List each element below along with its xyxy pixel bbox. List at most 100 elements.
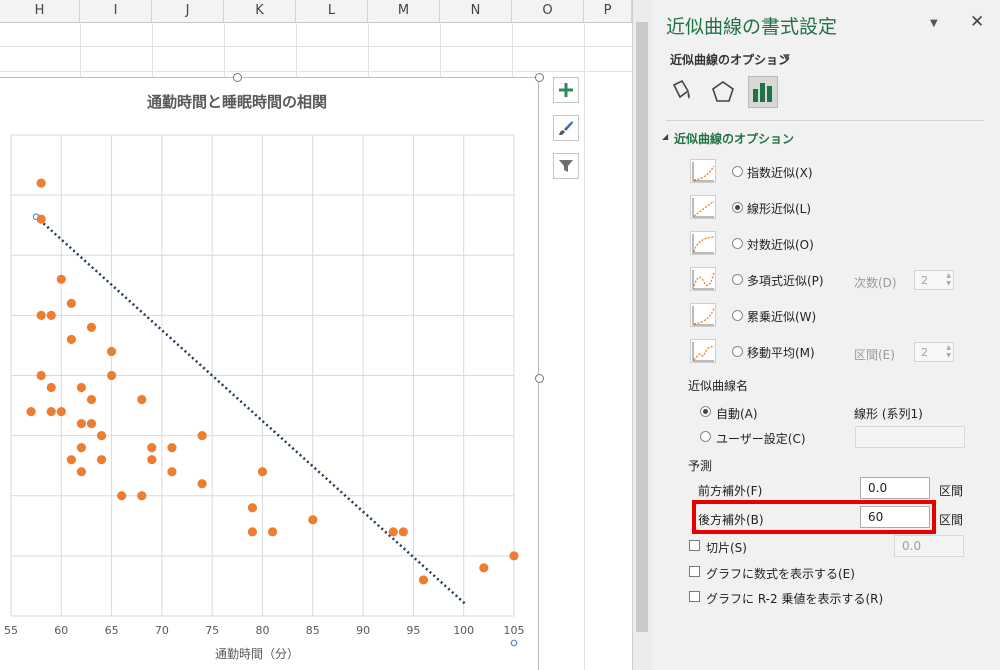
thumbnail-axis: [692, 270, 714, 290]
forecast-heading: 予測: [688, 459, 713, 473]
show-r-squared-label[interactable]: グラフに R-2 乗値を表示する(R): [706, 590, 883, 607]
x-tick-label: 105: [504, 624, 525, 637]
data-point: [197, 479, 207, 489]
thumbnail-curve: [693, 236, 715, 253]
data-point: [167, 443, 177, 453]
divider: [666, 120, 984, 121]
thumbnail-curve: [693, 345, 715, 361]
tab-trendline-options[interactable]: [748, 76, 778, 108]
data-point: [137, 394, 147, 405]
chart-styles-button[interactable]: [553, 115, 579, 141]
radio-linear[interactable]: [732, 202, 743, 213]
data-point: [479, 563, 489, 573]
trendline-handle-end: [510, 639, 518, 647]
show-equation-label[interactable]: グラフに数式を表示する(E): [706, 565, 855, 582]
show-r-squared-checkbox[interactable]: [689, 591, 700, 602]
column-header-j[interactable]: J: [152, 0, 224, 22]
thumbnail-axis: [692, 198, 714, 218]
column-header-o[interactable]: O: [512, 0, 584, 22]
pane-options-dropdown-icon[interactable]: ▼: [930, 18, 938, 29]
custom-name-field[interactable]: [855, 426, 965, 448]
data-point: [86, 394, 97, 405]
data-point: [66, 334, 76, 345]
highlight-annotation-box: [692, 500, 936, 534]
thumbnail-axis: [692, 306, 714, 326]
radio-log[interactable]: [732, 238, 743, 249]
forward-forecast-field[interactable]: 0.0: [860, 477, 930, 499]
resize-handle-top-right[interactable]: [535, 73, 544, 82]
radio-power[interactable]: [732, 310, 743, 321]
scrollbar-thumb[interactable]: [636, 22, 648, 632]
chart-title[interactable]: 通勤時間と睡眠時間の相関: [147, 93, 327, 111]
data-point: [247, 503, 258, 513]
forward-unit-label: 区間: [939, 484, 964, 498]
column-header-k[interactable]: K: [224, 0, 296, 22]
chart-area[interactable]: 通勤時間と睡眠時間の相関 55 60 65 70 75 80 85 90 95 100 105 通勤…: [0, 77, 539, 670]
data-point: [147, 455, 157, 465]
chart-gridlines: [10, 134, 515, 617]
tab-effects[interactable]: [708, 76, 738, 108]
thumbnail-axis: [692, 342, 714, 362]
trendline-thumbnail-svg: [692, 162, 715, 182]
custom-name-label[interactable]: ユーザー設定(C): [716, 430, 806, 447]
chart-filters-button[interactable]: [553, 153, 579, 179]
x-axis-title[interactable]: 通勤時間（分）: [215, 647, 299, 661]
gridline: [0, 71, 632, 72]
data-point: [96, 455, 107, 465]
data-point: [66, 455, 76, 465]
pentagon-icon: [712, 81, 734, 102]
order-label: 次数(D): [854, 276, 897, 290]
x-tick-label: 70: [155, 624, 169, 637]
radio-exponential[interactable]: [732, 166, 743, 177]
worksheet[interactable]: H I J K L M N O P 通勤時間と睡眠時間の相関 55 60 65 70 7…: [0, 0, 632, 670]
chart-elements-button[interactable]: [553, 77, 579, 103]
funnel-icon: [559, 160, 573, 172]
linear-thumbnail-icon: [690, 195, 716, 219]
power-thumbnail-icon: [690, 303, 716, 327]
show-equation-checkbox[interactable]: [689, 566, 700, 577]
chevron-down-icon[interactable]: ▼: [783, 53, 790, 63]
power-label: 累乗近似(W): [747, 310, 817, 324]
plus-icon: [559, 83, 573, 97]
thumbnail-axis: [692, 162, 714, 182]
intercept-checkbox[interactable]: [689, 540, 700, 551]
order-value: 2: [921, 274, 928, 287]
section-trendline-options[interactable]: 近似曲線のオプション: [674, 130, 794, 147]
intercept-label[interactable]: 切片(S): [706, 539, 747, 556]
radio-moving-average[interactable]: [732, 346, 743, 357]
data-point: [26, 406, 36, 417]
x-tick-label: 85: [306, 624, 320, 637]
radio-polynomial[interactable]: [732, 274, 743, 285]
resize-handle-right[interactable]: [535, 374, 544, 383]
column-header-n[interactable]: N: [440, 0, 512, 22]
column-header-h[interactable]: H: [0, 0, 80, 22]
data-point: [117, 491, 127, 501]
vertical-scrollbar[interactable]: [632, 0, 652, 670]
polynomial-label: 多項式近似(P): [747, 274, 824, 288]
data-point: [56, 274, 66, 284]
log-label: 対数近似(O): [747, 238, 814, 252]
close-icon[interactable]: ✕: [970, 12, 984, 32]
trendline-thumbnail-svg: [692, 234, 715, 254]
intercept-field[interactable]: 0.0: [894, 535, 964, 557]
x-tick-label: 75: [205, 624, 219, 637]
auto-name-label[interactable]: 自動(A): [716, 405, 758, 422]
resize-handle-top[interactable]: [233, 73, 242, 82]
radio-custom-name[interactable]: [700, 431, 711, 442]
data-point: [36, 310, 46, 320]
thumbnail-curve: [693, 200, 715, 217]
pane-options-selector[interactable]: 近似曲線のオプション: [670, 51, 790, 68]
gridline: [0, 46, 632, 47]
tab-fill-line[interactable]: [666, 76, 696, 108]
moving-average-label: 移動平均(M): [747, 346, 815, 360]
data-point: [197, 431, 207, 441]
linear-trendline: [35, 215, 468, 607]
column-header-p[interactable]: P: [584, 0, 632, 22]
thumbnail-curve: [693, 307, 715, 325]
column-header-l[interactable]: L: [296, 0, 368, 22]
column-header-m[interactable]: M: [368, 0, 440, 22]
collapse-triangle-icon[interactable]: ◢: [662, 132, 668, 141]
data-point: [56, 406, 66, 417]
radio-auto-name[interactable]: [700, 406, 711, 417]
column-header-i[interactable]: I: [80, 0, 152, 22]
